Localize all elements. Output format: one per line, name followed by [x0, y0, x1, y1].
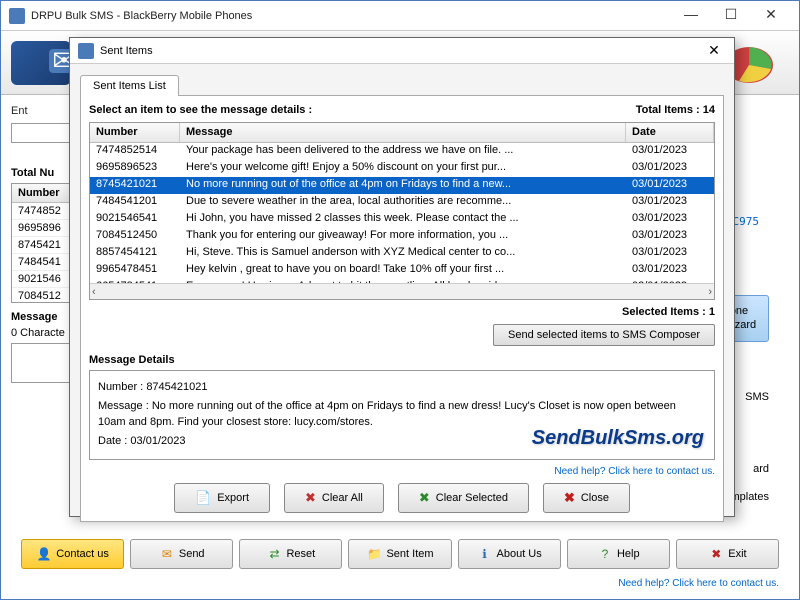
envelope-icon: [11, 41, 71, 85]
send-button[interactable]: ✉Send: [130, 539, 233, 569]
minimize-button[interactable]: —: [671, 6, 711, 26]
send-icon: ✉: [159, 546, 175, 562]
sent-item-button[interactable]: 📁Sent Item: [348, 539, 451, 569]
table-row[interactable]: 7474852514Your package has been delivere…: [90, 143, 714, 160]
clear-selected-button[interactable]: ✖Clear Selected: [398, 483, 529, 513]
table-row[interactable]: 8745421021No more running out of the off…: [90, 177, 714, 194]
about-button[interactable]: ℹAbout Us: [458, 539, 561, 569]
table-row[interactable]: 9965478451Hey kelvin , great to have you…: [90, 262, 714, 279]
maximize-button[interactable]: ☐: [711, 6, 751, 26]
sent-items-tab[interactable]: Sent Items List: [80, 75, 179, 96]
total-items: Total Items : 14: [636, 104, 715, 116]
selected-items: Selected Items : 1: [89, 306, 715, 318]
messages-grid[interactable]: Number Message Date 7474852514Your packa…: [89, 122, 715, 300]
col-number[interactable]: Number: [90, 123, 180, 142]
scroll-left-icon[interactable]: ‹: [92, 286, 96, 298]
dialog-title: Sent Items: [100, 45, 702, 57]
details-title: Message Details: [89, 354, 715, 366]
brand-watermark: SendBulkSms.org: [532, 423, 704, 453]
contact-button[interactable]: 👤Contact us: [21, 539, 124, 569]
dialog-icon: [78, 43, 94, 59]
folder-icon: 📁: [366, 546, 382, 562]
send-to-composer-button[interactable]: Send selected items to SMS Composer: [493, 324, 715, 346]
table-row[interactable]: 6654784541Emergency! Hurricane Ada set t…: [90, 279, 714, 283]
detail-number: 8745421021: [146, 381, 207, 393]
close-button[interactable]: ✕: [751, 6, 791, 26]
sent-items-dialog: Sent Items ✕ Sent Items List Select an i…: [69, 37, 735, 517]
bottom-toolbar: 👤Contact us ✉Send ⇄Reset 📁Sent Item ℹAbo…: [21, 539, 779, 569]
exit-button[interactable]: ✖Exit: [676, 539, 779, 569]
table-row[interactable]: 9695896523Here's your welcome gift! Enjo…: [90, 160, 714, 177]
dialog-body: Sent Items List Select an item to see th…: [70, 64, 734, 532]
export-icon: 📄: [195, 490, 211, 506]
side-labels: SMS ard mplates: [730, 375, 769, 519]
clear-all-button[interactable]: ✖Clear All: [284, 483, 384, 513]
dialog-content: Select an item to see the message detail…: [80, 95, 724, 522]
table-row[interactable]: 7484541201Due to severe weather in the a…: [90, 194, 714, 211]
message-details: Number : 8745421021 Message : No more ru…: [89, 370, 715, 460]
export-button[interactable]: 📄Export: [174, 483, 270, 513]
reset-button[interactable]: ⇄Reset: [239, 539, 342, 569]
instruction-text: Select an item to see the message detail…: [89, 104, 312, 116]
dialog-buttons: 📄Export ✖Clear All ✖Clear Selected ✖Clos…: [89, 483, 715, 513]
detail-date: 03/01/2023: [130, 435, 185, 447]
reset-icon: ⇄: [266, 546, 282, 562]
dialog-help-link[interactable]: Need help? Click here to contact us.: [89, 466, 715, 477]
grid-header: Number Message Date: [90, 123, 714, 143]
window-title: DRPU Bulk SMS - BlackBerry Mobile Phones: [31, 10, 671, 22]
clear-selected-icon: ✖: [419, 490, 430, 506]
close-icon: ✖: [564, 490, 575, 506]
exit-icon: ✖: [708, 546, 724, 562]
app-icon: [9, 8, 25, 24]
enter-label: Ent: [11, 105, 28, 117]
col-date[interactable]: Date: [626, 123, 714, 142]
grid-scrollbar[interactable]: ‹›: [90, 283, 714, 299]
table-row[interactable]: 8857454121Hi, Steve. This is Samuel ande…: [90, 245, 714, 262]
main-help-link[interactable]: Need help? Click here to contact us.: [618, 578, 779, 589]
main-window: DRPU Bulk SMS - BlackBerry Mobile Phones…: [0, 0, 800, 600]
help-icon: ?: [597, 546, 613, 562]
person-icon: 👤: [36, 546, 52, 562]
info-icon: ℹ: [477, 546, 493, 562]
scroll-right-icon[interactable]: ›: [708, 286, 712, 298]
clear-all-icon: ✖: [305, 490, 316, 506]
close-dialog-button[interactable]: ✖Close: [543, 483, 630, 513]
dialog-close-button[interactable]: ✕: [702, 42, 726, 59]
dialog-titlebar: Sent Items ✕: [70, 38, 734, 64]
main-titlebar: DRPU Bulk SMS - BlackBerry Mobile Phones…: [1, 1, 799, 31]
help-button[interactable]: ?Help: [567, 539, 670, 569]
table-row[interactable]: 9021546541Hi John, you have missed 2 cla…: [90, 211, 714, 228]
col-message[interactable]: Message: [180, 123, 626, 142]
table-row[interactable]: 7084512450Thank you for entering our giv…: [90, 228, 714, 245]
